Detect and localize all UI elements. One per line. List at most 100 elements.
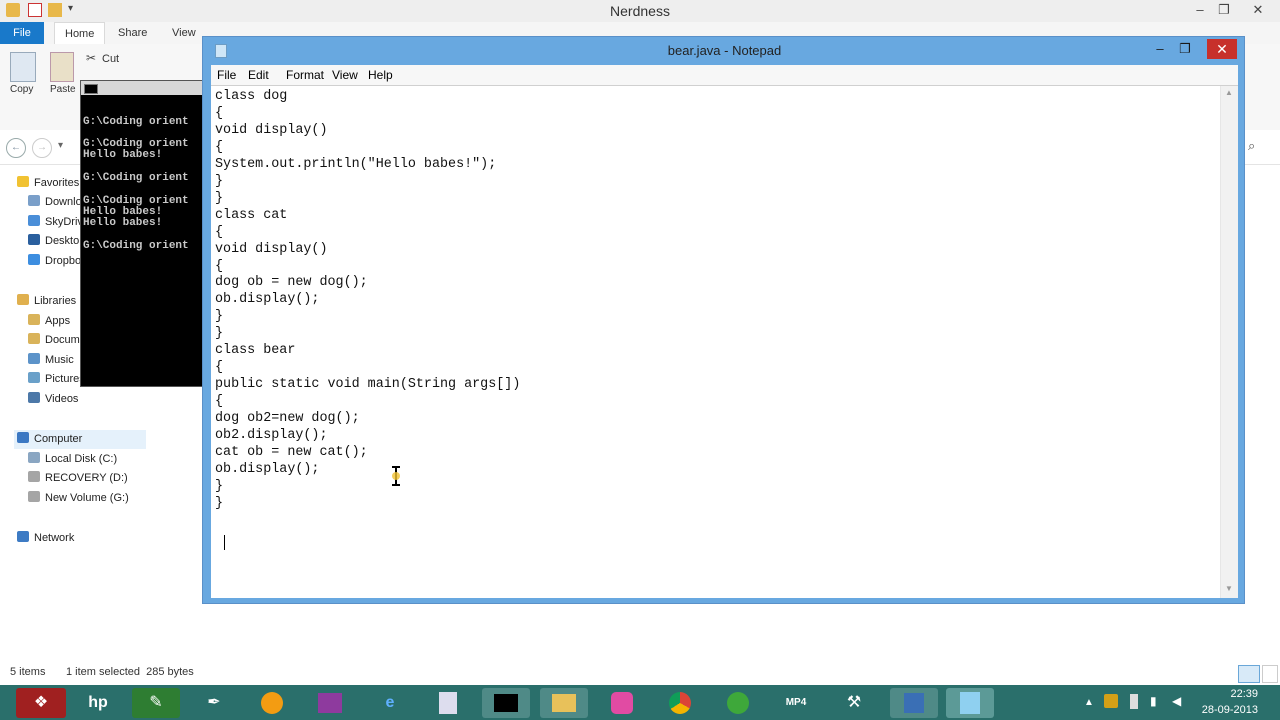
scroll-up-icon[interactable]: ▲ [1225,88,1233,97]
explorer-title: Nerdness [610,3,670,19]
paste-icon[interactable] [50,52,74,82]
network-tray-icon[interactable]: ▮ [1150,694,1157,708]
star-icon [17,176,29,187]
volume-icon[interactable]: ◀ [1172,694,1181,708]
tab-share[interactable]: Share [108,22,157,44]
console-line: G:\Coding orient [83,116,189,128]
notepad-close-icon[interactable]: ✕ [1207,39,1237,59]
status-selection: 1 item selected 285 bytes [66,666,194,678]
document-icon[interactable] [424,688,472,718]
cut-button[interactable]: Cut [102,53,119,65]
mp4-icon[interactable]: MP4 [772,688,820,718]
nav-network[interactable]: Network [17,529,74,547]
tool-icon[interactable]: ⚒ [830,688,878,718]
nav-item-desktop[interactable]: Desktop [28,232,85,250]
skydrive-icon [28,215,40,226]
nav-favorites[interactable]: Favorites [17,174,79,192]
code-text[interactable]: class dog { void display() { System.out.… [215,89,520,513]
notepad-taskbar-icon[interactable] [946,688,994,718]
pictures-icon [28,372,40,383]
ibeam-cursor-icon [390,466,402,486]
status-item-count: 5 items [10,666,46,678]
menu-format[interactable]: Format [286,68,324,82]
menu-view[interactable]: View [332,68,358,82]
videos-icon [28,392,40,403]
search-icon[interactable]: ⌕ [1248,138,1255,154]
notepad-text-area[interactable]: class dog { void display() { System.out.… [211,85,1238,598]
console-line: Hello babes! [83,149,163,161]
taskbar-date[interactable]: 28-09-2013 [1194,704,1258,716]
nav-item-new-volume[interactable]: New Volume (G:) [28,489,129,507]
menu-file[interactable]: File [217,68,236,82]
tab-view[interactable]: View [162,22,206,44]
forward-icon[interactable]: → [32,138,52,158]
text-caret [224,535,225,550]
history-dropdown-icon[interactable]: ▾ [58,140,63,151]
computer-icon [17,432,29,443]
media-icon[interactable] [248,688,296,718]
explorer-maximize-icon[interactable]: ❐ [1210,0,1238,20]
console-line: Hello babes! [83,217,163,229]
drive-icon [28,471,40,482]
notepad-minimize-icon[interactable]: – [1147,40,1173,58]
tab-file[interactable]: File [0,22,44,44]
onenote-icon[interactable] [306,688,354,718]
notepad-title: bear.java - Notepad [667,43,782,58]
tab-home[interactable]: Home [54,22,106,44]
pen-icon[interactable]: ✒ [190,688,238,718]
network-icon [17,531,29,542]
nav-item-apps[interactable]: Apps [28,312,70,330]
scroll-down-icon[interactable]: ▼ [1225,584,1233,593]
documents-icon [28,333,40,344]
notepad-window: bear.java - Notepad – ❐ ✕ File Edit Form… [202,36,1245,604]
nav-item-videos[interactable]: Videos [28,390,78,408]
explorer-close-icon[interactable]: ✕ [1244,0,1272,20]
save-icon[interactable] [890,688,938,718]
hp-icon[interactable]: hp [74,688,122,718]
back-icon[interactable]: ← [6,138,26,158]
apps-icon [28,314,40,325]
ie-icon[interactable]: e [366,688,414,718]
nav-item-local-disk[interactable]: Local Disk (C:) [28,450,117,468]
copy-icon[interactable] [10,52,36,82]
libraries-icon [17,294,29,305]
menu-help[interactable]: Help [368,68,393,82]
drive-icon [28,452,40,463]
tray-expand-icon[interactable]: ▲ [1084,697,1094,708]
nav-computer[interactable]: Computer [17,430,82,448]
notepad-maximize-icon[interactable]: ❐ [1172,40,1198,58]
nav-item-dropbox[interactable]: Dropbox [28,252,87,270]
folder-icon[interactable] [540,688,588,718]
cmd-icon [84,84,98,94]
copy-button[interactable]: Copy [10,84,33,95]
nav-item-music[interactable]: Music [28,351,74,369]
tiles-view-icon[interactable] [1262,665,1278,683]
music-icon [28,353,40,364]
notepad-menubar: File Edit Format View Help [211,65,1238,85]
battery-icon[interactable] [1130,694,1138,709]
app-icon[interactable] [598,688,646,718]
console-line: G:\Coding orient [83,240,189,252]
downloads-icon [28,195,40,206]
vertical-scrollbar[interactable]: ▲ ▼ [1220,86,1238,598]
details-view-icon[interactable] [1238,665,1260,683]
desktop-icon [28,234,40,245]
taskbar-time[interactable]: 22:39 [1200,688,1258,700]
chrome-icon[interactable] [656,688,704,718]
nav-item-pictures[interactable]: Pictures [28,370,85,388]
menu-edit[interactable]: Edit [248,68,269,82]
utorrent-icon[interactable] [714,688,762,718]
excel-icon[interactable]: ✎ [132,688,180,718]
nav-item-recovery[interactable]: RECOVERY (D:) [28,469,128,487]
console-window: G:\Coding orient G:\Coding orient Hello … [80,80,204,387]
drive-icon [28,491,40,502]
cut-icon[interactable]: ✂ [86,51,96,65]
start-icon[interactable]: ❖ [16,688,66,718]
console-titlebar [81,81,203,95]
cmd-icon[interactable] [482,688,530,718]
tray-app-icon[interactable] [1104,694,1118,708]
dropbox-icon [28,254,40,265]
console-line: G:\Coding orient [83,172,189,184]
nav-libraries[interactable]: Libraries [17,292,76,310]
paste-button[interactable]: Paste [50,84,78,95]
